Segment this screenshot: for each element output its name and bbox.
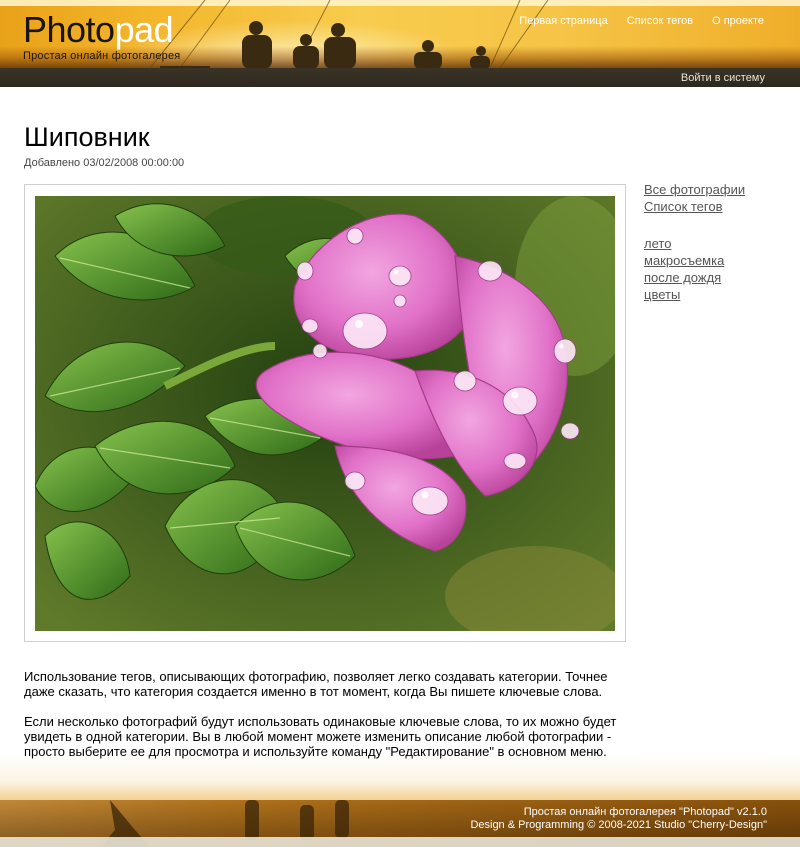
photo-frame bbox=[24, 184, 626, 642]
site-tagline: Простая онлайн фотогалерея bbox=[23, 50, 181, 62]
added-date-value: 03/02/2008 00:00:00 bbox=[83, 157, 185, 169]
site-header: Photopad Простая онлайн фотогалерея Перв… bbox=[0, 0, 800, 87]
login-link[interactable]: Войти в систему bbox=[681, 72, 765, 84]
footer-text: Простая онлайн фотогалерея "Photopad" v2… bbox=[470, 806, 767, 832]
logo-part-1: Photo bbox=[23, 9, 115, 50]
tag-link-after-rain[interactable]: после дождя bbox=[644, 269, 745, 286]
tag-link-flowers[interactable]: цветы bbox=[644, 286, 745, 303]
nav-tags-link[interactable]: Список тегов bbox=[627, 15, 693, 27]
rosehip-flower-image bbox=[35, 196, 615, 631]
top-navigation: Первая страница Список тегов О проекте bbox=[519, 15, 764, 27]
description-paragraph-2: Если несколько фотографий будут использо… bbox=[24, 714, 617, 759]
site-logo[interactable]: Photopad bbox=[23, 9, 174, 50]
logo-part-2: pad bbox=[114, 9, 174, 50]
main-photo[interactable] bbox=[35, 196, 615, 631]
nav-home-link[interactable]: Первая страница bbox=[519, 15, 607, 27]
footer-line-2: Design & Programming © 2008-2021 Studio … bbox=[470, 819, 767, 831]
added-date-prefix: Добавлено bbox=[24, 157, 81, 169]
added-date: Добавлено 03/02/2008 00:00:00 bbox=[24, 157, 184, 169]
sidebar: Все фотографии Список тегов лето макросъ… bbox=[644, 181, 745, 303]
footer-fade bbox=[0, 755, 800, 800]
footer-line-1: Простая онлайн фотогалерея "Photopad" v2… bbox=[523, 806, 767, 818]
tag-link-summer[interactable]: лето bbox=[644, 235, 745, 252]
page-title: Шиповник bbox=[24, 122, 150, 152]
sidebar-all-photos-link[interactable]: Все фотографии bbox=[644, 181, 745, 198]
sidebar-tag-list-link[interactable]: Список тегов bbox=[644, 198, 745, 215]
tag-link-macro[interactable]: макросъемка bbox=[644, 252, 745, 269]
nav-about-link[interactable]: О проекте bbox=[712, 15, 764, 27]
description-paragraph-1: Использование тегов, описывающих фотогра… bbox=[24, 669, 608, 699]
